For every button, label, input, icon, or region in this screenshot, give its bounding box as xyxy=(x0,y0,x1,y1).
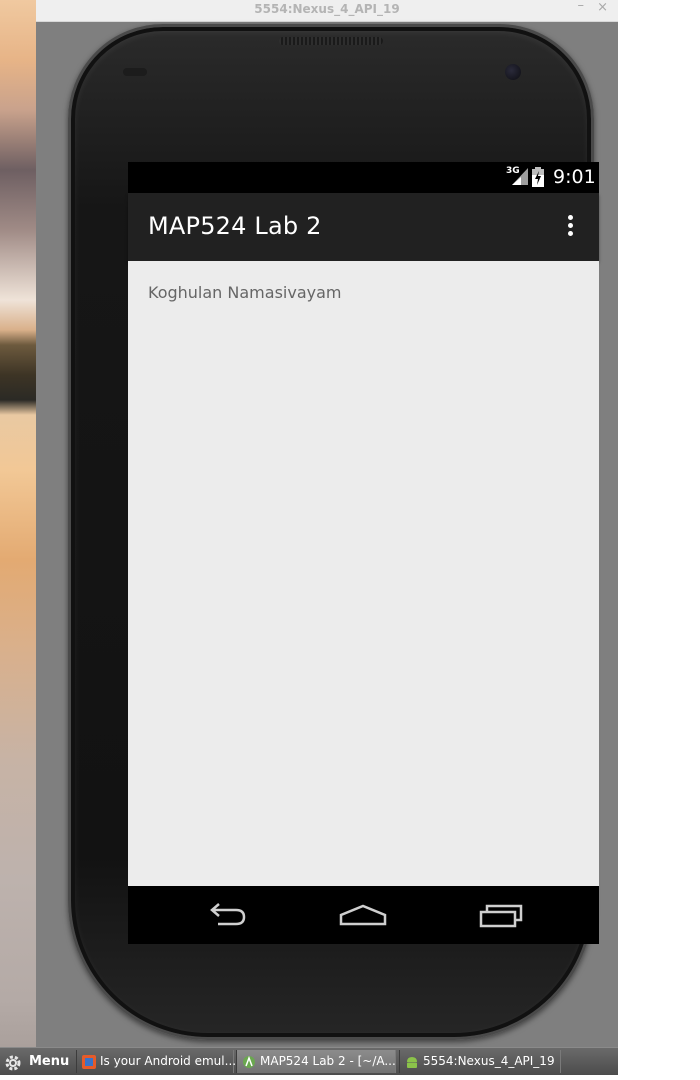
home-icon[interactable] xyxy=(338,902,388,930)
speaker-grille xyxy=(279,37,383,45)
emulator-window: 5554:Nexus_4_API_19 – × 3G 9:01 MAP524 L… xyxy=(36,0,618,1047)
close-button[interactable]: × xyxy=(597,0,608,15)
action-bar: MAP524 Lab 2 xyxy=(128,193,599,261)
taskbar-item-android-studio[interactable]: MAP524 Lab 2 - [~/A... xyxy=(236,1050,396,1073)
browser-icon xyxy=(82,1055,96,1069)
navigation-bar xyxy=(128,886,599,944)
recent-apps-icon[interactable] xyxy=(479,902,525,930)
window-titlebar[interactable]: 5554:Nexus_4_API_19 – × xyxy=(36,0,618,22)
android-icon xyxy=(407,1057,417,1068)
minimize-button[interactable]: – xyxy=(578,0,585,13)
taskbar-item-browser[interactable]: Is your Android emul... xyxy=(76,1050,237,1073)
taskbar-item-label: 5554:Nexus_4_API_19 xyxy=(423,1054,555,1068)
phone-screen: 3G 9:01 MAP524 Lab 2 Koghulan Namasivaya… xyxy=(128,162,599,944)
name-text: Koghulan Namasivayam xyxy=(148,283,342,302)
taskbar-item-label: Is your Android emul... xyxy=(100,1054,237,1068)
desktop-wallpaper xyxy=(0,0,36,1047)
status-bar: 3G 9:01 xyxy=(128,162,599,193)
start-menu-button[interactable]: Menu xyxy=(2,1051,70,1072)
front-camera xyxy=(505,64,521,80)
proximity-sensor xyxy=(123,68,147,76)
taskbar-item-emulator[interactable]: 5554:Nexus_4_API_19 xyxy=(399,1050,561,1073)
back-icon[interactable] xyxy=(204,902,248,930)
content-area: Koghulan Namasivayam xyxy=(128,261,599,886)
android-studio-icon xyxy=(243,1055,255,1068)
window-title: 5554:Nexus_4_API_19 xyxy=(254,2,400,16)
gear-icon xyxy=(5,1055,21,1071)
phone-frame: 3G 9:01 MAP524 Lab 2 Koghulan Namasivaya… xyxy=(68,24,599,1040)
signal-icon xyxy=(512,168,528,185)
overflow-menu-icon[interactable] xyxy=(559,215,581,241)
battery-icon xyxy=(532,167,544,187)
status-clock: 9:01 xyxy=(553,166,596,188)
menu-label: Menu xyxy=(29,1054,70,1069)
taskbar-item-label: MAP524 Lab 2 - [~/A... xyxy=(260,1054,396,1068)
taskbar: Menu Is your Android emul... MAP524 Lab … xyxy=(0,1047,618,1075)
app-title: MAP524 Lab 2 xyxy=(148,212,322,240)
